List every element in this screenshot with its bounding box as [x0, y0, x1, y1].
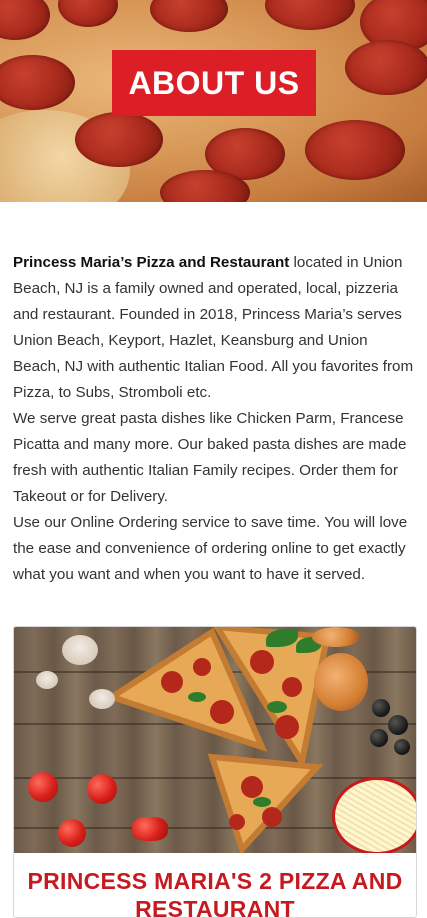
mushroom-image	[89, 689, 115, 709]
page-title: ABOUT US	[112, 50, 316, 116]
about-section: Princess Maria’s Pizza and Restaurant lo…	[0, 202, 427, 588]
about-paragraph-2: We serve great pasta dishes like Chicken…	[13, 410, 407, 505]
olive-image	[372, 699, 390, 717]
onion-image	[312, 627, 360, 647]
pepperoni-image	[150, 0, 228, 32]
restaurant-card-title[interactable]: PRINCESS MARIA'S 2 PIZZA AND RESTAURANT	[14, 853, 416, 917]
mushroom-image	[36, 671, 58, 689]
pepperoni-image	[58, 0, 118, 27]
pepperoni-image	[265, 0, 355, 30]
about-paragraph-3: Use our Online Ordering service to save …	[13, 514, 408, 583]
olive-image	[394, 739, 410, 755]
restaurant-image	[14, 627, 416, 853]
tomato-image	[87, 774, 117, 804]
about-paragraph-1: Princess Maria’s Pizza and Restaurant lo…	[13, 250, 415, 406]
pepperoni-image	[0, 55, 75, 110]
about-paragraph-1-text: located in Union Beach, NJ is a family o…	[13, 254, 414, 401]
tomato-image	[58, 819, 86, 847]
pepperoni-image	[345, 40, 427, 95]
cheese-bowl-image	[332, 777, 416, 853]
chili-pepper-image	[132, 817, 168, 841]
pepperoni-image	[75, 112, 163, 167]
tomato-image	[28, 772, 58, 802]
mushroom-image	[62, 635, 98, 665]
onion-image	[314, 653, 368, 711]
pepperoni-image	[305, 120, 405, 180]
pepperoni-image	[0, 0, 50, 40]
olive-image	[370, 729, 388, 747]
olive-image	[388, 715, 408, 735]
restaurant-card[interactable]: PRINCESS MARIA'S 2 PIZZA AND RESTAURANT	[13, 626, 417, 918]
business-name: Princess Maria’s Pizza and Restaurant	[13, 254, 290, 271]
hero-banner: ABOUT US	[0, 0, 427, 202]
